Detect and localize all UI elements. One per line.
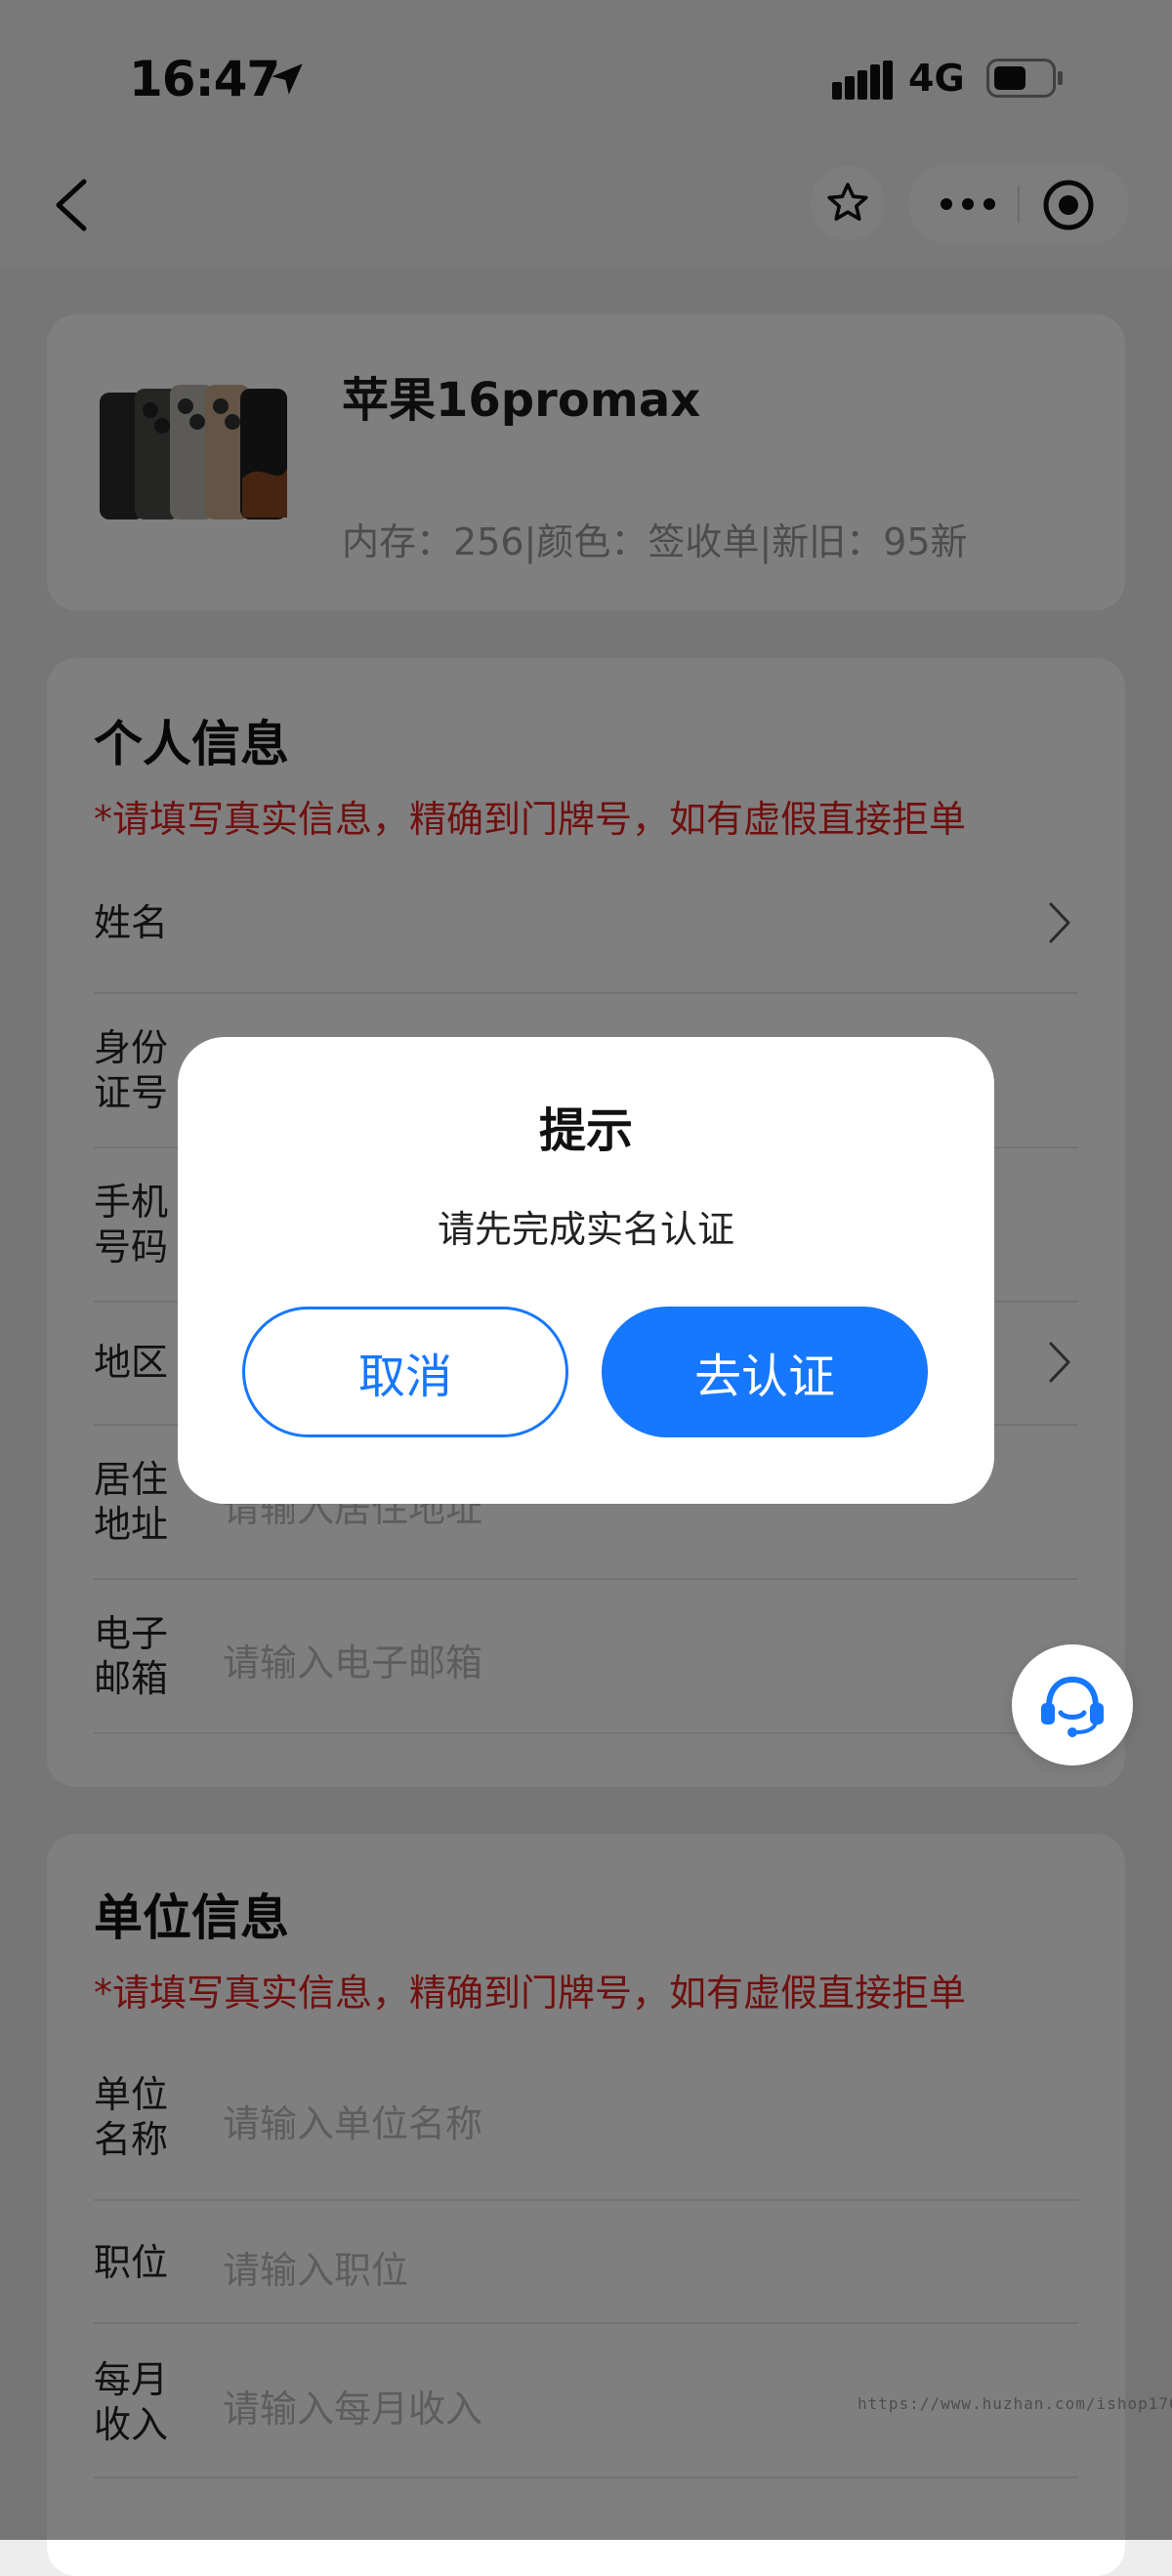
dialog-title: 提示: [538, 1103, 633, 1158]
verification-dialog: 提示 请先完成实名认证 取消 去认证: [178, 1037, 994, 1504]
customer-service-icon: [1041, 1676, 1104, 1737]
dialog-message: 请先完成实名认证: [437, 1208, 734, 1251]
cancel-button[interactable]: 取消: [242, 1307, 568, 1437]
verify-button[interactable]: 去认证: [602, 1307, 928, 1437]
customer-service-button[interactable]: [1012, 1644, 1133, 1766]
